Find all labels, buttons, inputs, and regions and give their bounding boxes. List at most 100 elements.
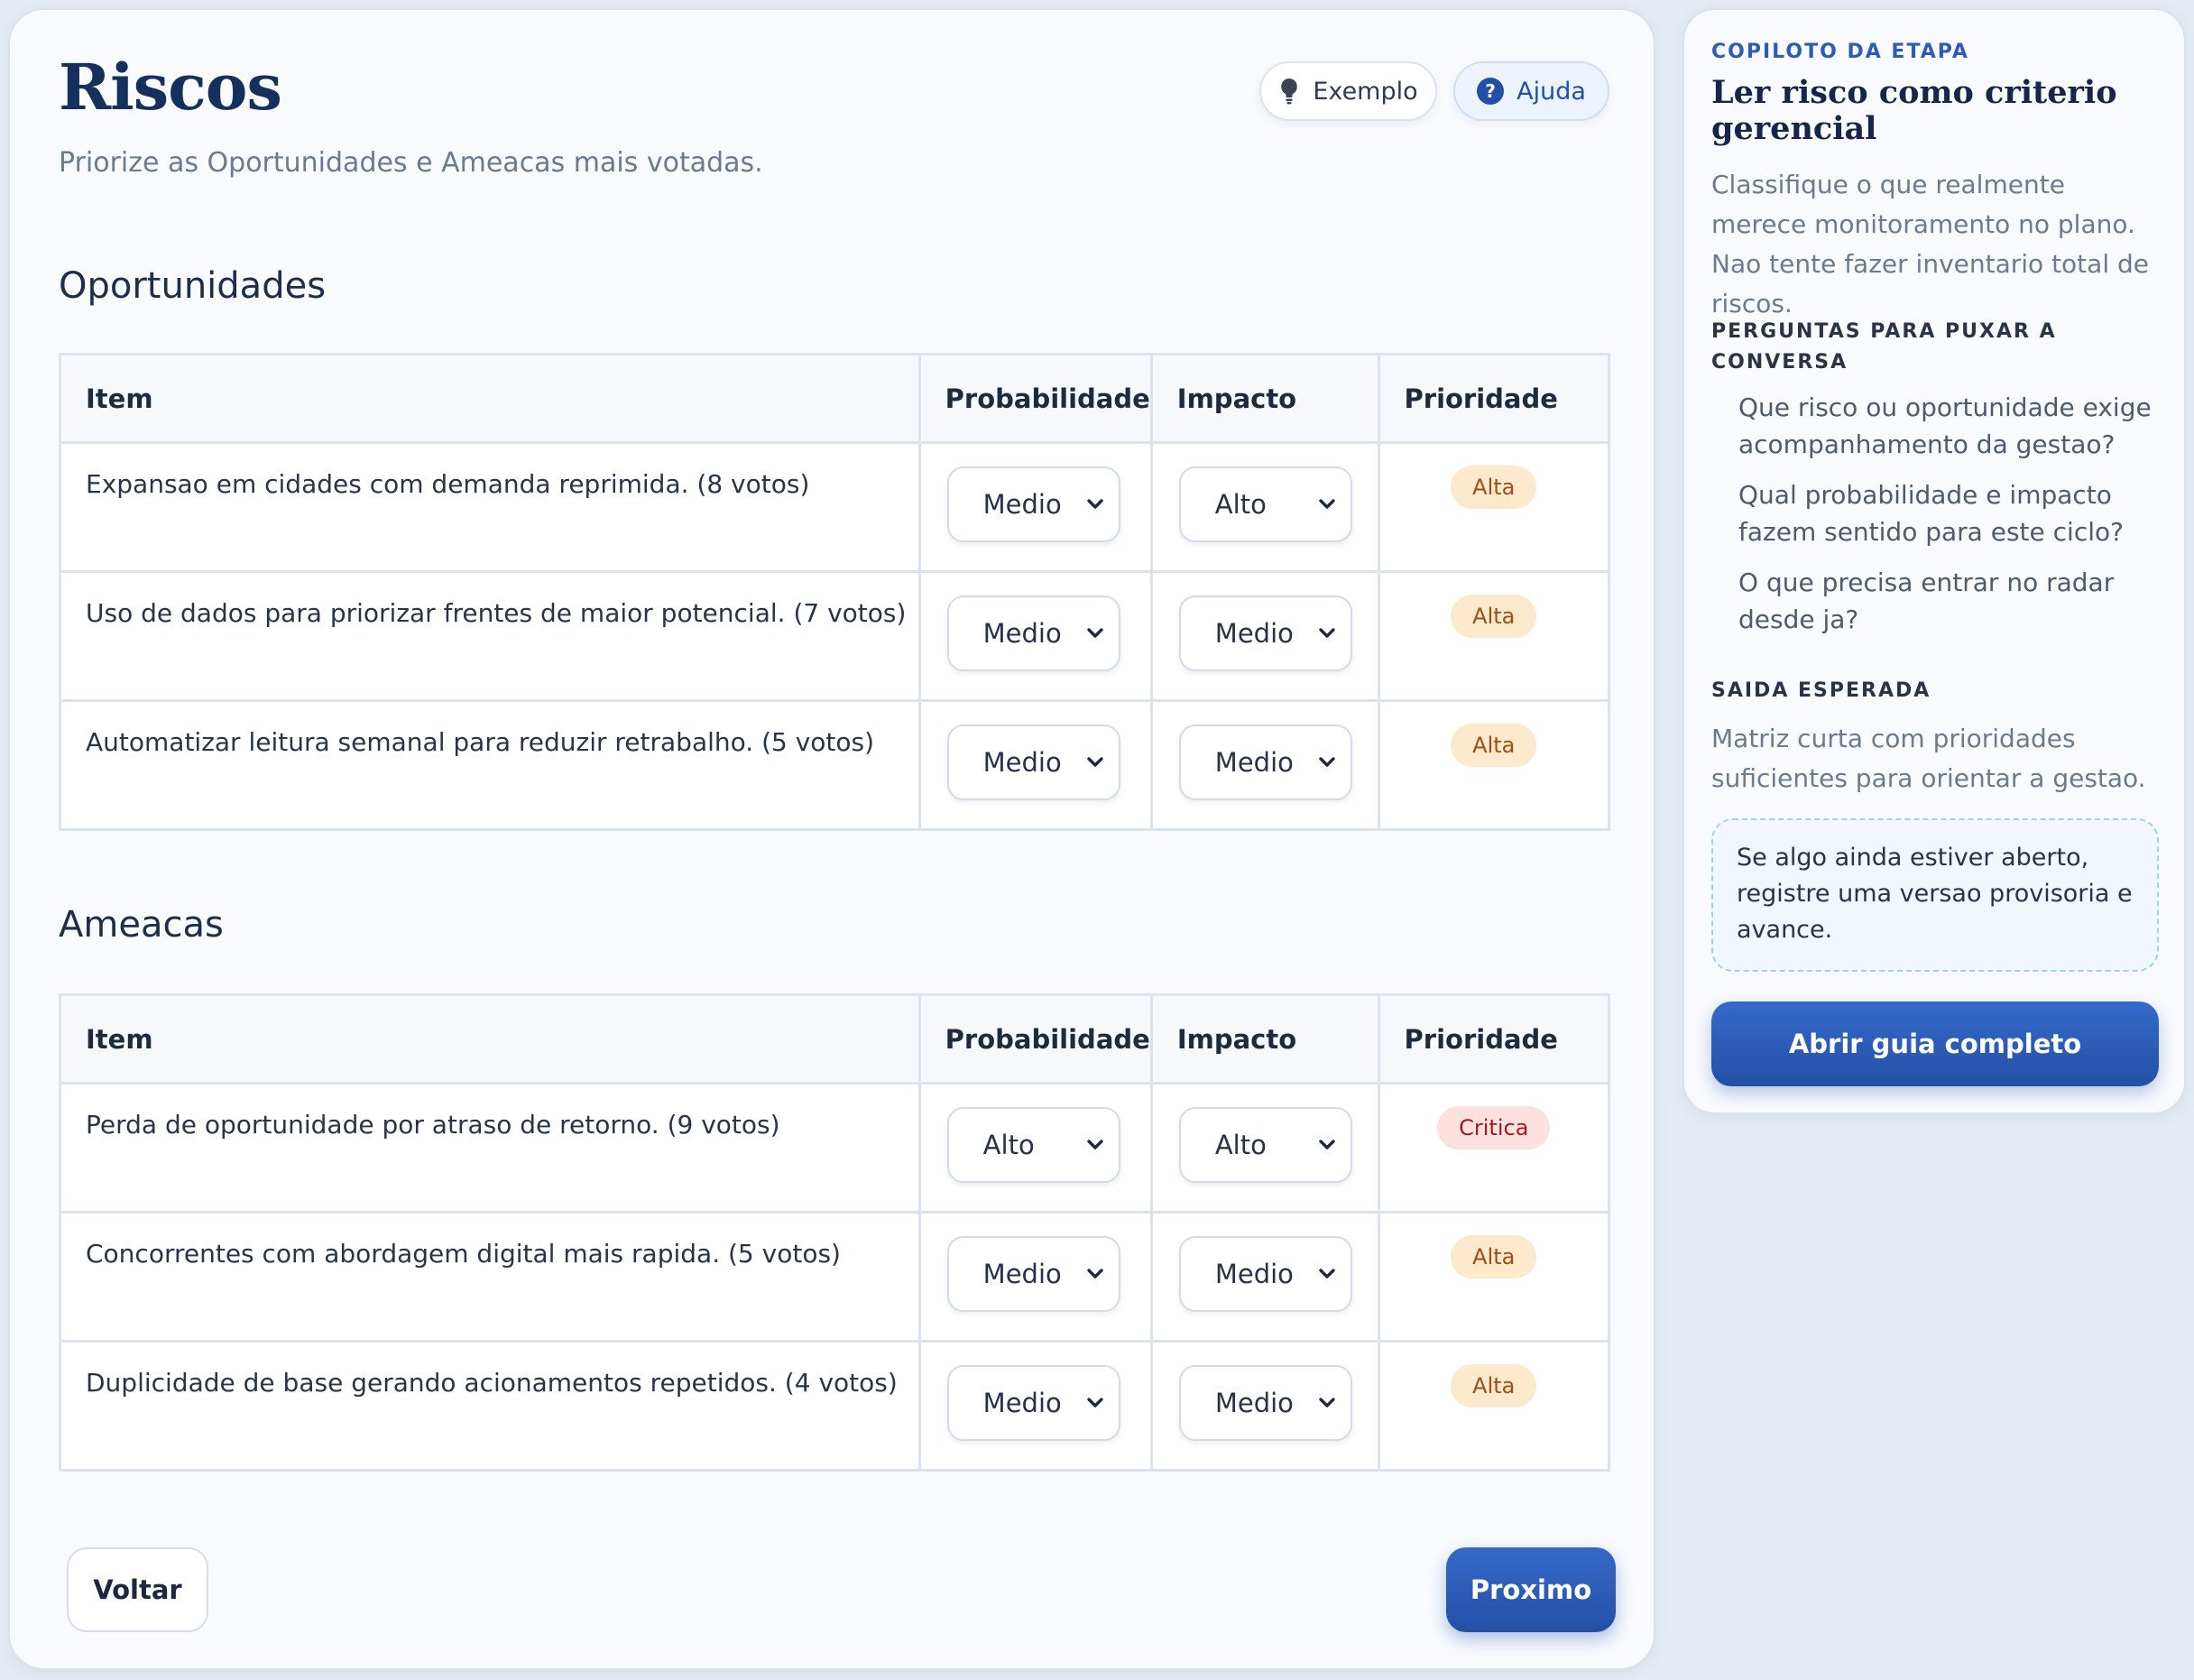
column-header-probabilidade: Probabilidade [917,993,1153,1085]
copilot-intro: Classifique o que realmente merece monit… [1711,170,2149,318]
copilot-panel: COPILOTO DA ETAPA Ler risco como criteri… [1682,8,2186,1114]
select-value: Medio [1214,618,1294,649]
chevron-down-icon [1319,1398,1335,1408]
copilot-eyebrow: COPILOTO DA ETAPA [1711,41,1969,63]
table-row: Uso de dados para priorizar frentes de m… [59,570,1611,702]
help-circle-icon: ? [1477,78,1505,105]
chevron-down-icon [1319,1140,1335,1149]
impacto-select[interactable]: Medio [1178,595,1352,671]
questions-list: Que risco ou oportunidade exige acompanh… [1738,389,2162,651]
probabilidade-cell: Medio [917,570,1153,702]
table-row: Duplicidade de base gerando acionamentos… [59,1340,1611,1472]
select-value: Alto [1214,1130,1267,1160]
select-value: Medio [982,618,1062,649]
chevron-down-icon [1319,499,1335,509]
table-row: Concorrentes com abordagem digital mais … [59,1211,1611,1343]
probabilidade-cell: Medio [917,1340,1153,1472]
impacto-select[interactable]: Medio [1178,1365,1352,1441]
chevron-down-icon [1319,1269,1335,1278]
select-value: Medio [982,1388,1062,1418]
prioridade-cell: Critica [1377,1082,1611,1214]
table-row: Expansao em cidades com demanda reprimid… [59,441,1611,573]
question-item: Qual probabilidade e impacto fazem senti… [1738,480,2124,547]
item-cell: Perda de oportunidade por atraso de reto… [59,1082,921,1214]
exemplo-button[interactable]: Exemplo [1259,61,1437,121]
priority-badge: Alta [1451,595,1537,638]
ameacas-table: Item Probabilidade Impacto Prioridade Pe… [59,993,1611,1472]
probabilidade-select[interactable]: Alto [946,1107,1120,1183]
ajuda-button[interactable]: ? Ajuda [1453,61,1609,121]
priority-badge: Alta [1451,1235,1537,1278]
column-header-prioridade: Prioridade [1377,993,1611,1085]
lightbulb-icon [1281,78,1298,105]
probabilidade-select[interactable]: Medio [946,725,1120,800]
open-guide-button[interactable]: Abrir guia completo [1711,1002,2159,1086]
impacto-cell: Medio [1149,1340,1380,1472]
note-box: Se algo ainda estiver aberto, registre u… [1711,818,2159,972]
impacto-cell: Medio [1149,1211,1380,1343]
impacto-cell: Alto [1149,1082,1380,1214]
oportunidades-title: Oportunidades [59,265,327,307]
prioridade-cell: Alta [1377,441,1611,573]
chevron-down-icon [1086,1269,1103,1278]
copilot-title: Ler risco como criterio gerencial [1711,74,2117,147]
probabilidade-select[interactable]: Medio [946,1365,1120,1441]
impacto-cell: Medio [1149,699,1380,831]
prioridade-cell: Alta [1377,1211,1611,1343]
item-cell: Uso de dados para priorizar frentes de m… [59,570,921,702]
main-card: Riscos Priorize as Oportunidades e Ameac… [8,8,1655,1670]
probabilidade-cell: Medio [917,441,1153,573]
output-heading: SAIDA ESPERADA [1711,679,1931,702]
column-header-impacto: Impacto [1149,993,1380,1085]
exemplo-label: Exemplo [1313,77,1418,106]
probabilidade-cell: Alto [917,1082,1153,1214]
table-row: Perda de oportunidade por atraso de reto… [59,1082,1611,1214]
item-cell: Concorrentes com abordagem digital mais … [59,1211,921,1343]
chevron-down-icon [1086,1398,1103,1408]
select-value: Medio [1214,1259,1294,1289]
page-title: Riscos [59,50,282,125]
page: Riscos Priorize as Oportunidades e Ameac… [0,0,2194,1680]
probabilidade-select[interactable]: Medio [946,595,1120,671]
ameacas-title: Ameacas [59,904,224,946]
item-cell: Duplicidade de base gerando acionamentos… [59,1340,921,1472]
item-cell: Automatizar leitura semanal para reduzir… [59,699,921,831]
table-header-row: Item Probabilidade Impacto Prioridade [59,353,1611,444]
priority-badge: Alta [1451,466,1537,509]
ajuda-label: Ajuda [1516,77,1586,106]
impacto-cell: Alto [1149,441,1380,573]
question-item: Que risco ou oportunidade exige acompanh… [1738,392,2152,459]
impacto-select[interactable]: Alto [1178,466,1352,542]
chevron-down-icon [1319,628,1335,638]
probabilidade-select[interactable]: Medio [946,1236,1120,1312]
select-value: Medio [982,747,1062,778]
chevron-down-icon [1086,1140,1103,1149]
probabilidade-select[interactable]: Medio [946,466,1120,542]
column-header-item: Item [59,353,921,444]
select-value: Medio [982,1259,1062,1289]
select-value: Medio [1214,1388,1294,1418]
oportunidades-table: Item Probabilidade Impacto Prioridade Ex… [59,353,1611,831]
select-value: Alto [982,1130,1035,1160]
chevron-down-icon [1319,757,1335,767]
proximo-button[interactable]: Proximo [1446,1547,1616,1632]
chevron-down-icon [1086,499,1103,509]
table-row: Automatizar leitura semanal para reduzir… [59,699,1611,831]
impacto-select[interactable]: Medio [1178,1236,1352,1312]
priority-badge: Critica [1437,1106,1551,1149]
page-subtitle: Priorize as Oportunidades e Ameacas mais… [59,147,763,179]
chevron-down-icon [1086,757,1103,767]
select-value: Medio [1214,747,1294,778]
priority-badge: Alta [1451,724,1537,767]
output-text: Matriz curta com prioridades suficientes… [1711,724,2146,793]
impacto-select[interactable]: Medio [1178,725,1352,800]
select-value: Alto [1214,489,1267,520]
probabilidade-cell: Medio [917,1211,1153,1343]
voltar-button[interactable]: Voltar [67,1547,208,1632]
chevron-down-icon [1086,628,1103,638]
impacto-select[interactable]: Alto [1178,1107,1352,1183]
column-header-prioridade: Prioridade [1377,353,1611,444]
impacto-cell: Medio [1149,570,1380,702]
prioridade-cell: Alta [1377,699,1611,831]
table-header-row: Item Probabilidade Impacto Prioridade [59,993,1611,1085]
